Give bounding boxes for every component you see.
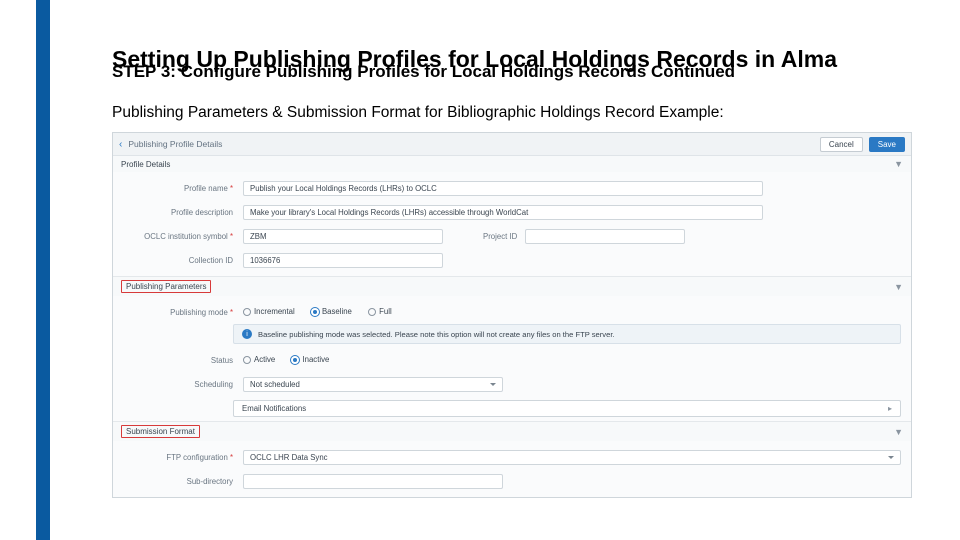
ftp-config-select[interactable]: OCLC LHR Data Sync (243, 450, 901, 465)
alma-screenshot: ‹ Publishing Profile Details Cancel Save… (112, 132, 912, 498)
label-status: Status (123, 356, 243, 365)
back-chevron-icon[interactable]: ‹ (119, 139, 122, 150)
info-icon: i (242, 329, 252, 339)
baseline-info-banner: i Baseline publishing mode was selected.… (233, 324, 901, 344)
section-header-profile-details[interactable]: Profile Details ▼ (113, 156, 911, 172)
project-id-input[interactable] (525, 229, 685, 244)
info-text: Baseline publishing mode was selected. P… (258, 330, 615, 339)
profile-desc-input[interactable]: Make your library's Local Holdings Recor… (243, 205, 763, 220)
cancel-button[interactable]: Cancel (820, 137, 863, 152)
section-submission-format: Submission Format ▼ FTP configuration OC… (113, 422, 911, 497)
sub-directory-input[interactable] (243, 474, 503, 489)
label-sub-directory: Sub-directory (123, 477, 243, 486)
section-title: Publishing Parameters (121, 280, 211, 293)
section-title: Profile Details (121, 160, 170, 169)
section-profile-details: Profile Details ▼ Profile name Publish y… (113, 156, 911, 277)
section-header-submission-format[interactable]: Submission Format ▼ (113, 422, 911, 441)
profile-name-input[interactable]: Publish your Local Holdings Records (LHR… (243, 181, 763, 196)
label-collection-id: Collection ID (123, 256, 243, 265)
radio-baseline[interactable]: Baseline (311, 307, 352, 316)
radio-inactive[interactable]: Inactive (291, 355, 329, 364)
breadcrumb: Publishing Profile Details (128, 139, 222, 149)
email-notifications-expander[interactable]: Email Notifications ▸ (233, 400, 901, 417)
collection-id-input[interactable]: 1036676 (243, 253, 443, 268)
chevron-right-icon: ▸ (888, 404, 892, 413)
chevron-down-icon: ▼ (894, 159, 903, 169)
label-publishing-mode: Publishing mode (123, 308, 243, 317)
label-profile-desc: Profile description (123, 208, 243, 217)
oclc-symbol-input[interactable]: ZBM (243, 229, 443, 244)
chevron-down-icon: ▼ (894, 427, 903, 437)
section-publishing-parameters: Publishing Parameters ▼ Publishing mode … (113, 277, 911, 422)
section-title: Submission Format (121, 425, 200, 438)
scheduling-select[interactable]: Not scheduled (243, 377, 503, 392)
save-button[interactable]: Save (869, 137, 905, 152)
step-heading: STEP 3: Configure Publishing Profiles fo… (112, 62, 912, 82)
label-oclc-symbol: OCLC institution symbol (123, 232, 243, 241)
label-ftp-config: FTP configuration (123, 453, 243, 462)
page-header: ‹ Publishing Profile Details Cancel Save (113, 133, 911, 156)
radio-active[interactable]: Active (243, 355, 275, 364)
chevron-down-icon: ▼ (894, 282, 903, 292)
label-profile-name: Profile name (123, 184, 243, 193)
radio-incremental[interactable]: Incremental (243, 307, 295, 316)
label-scheduling: Scheduling (123, 380, 243, 389)
slide-accent-bar (36, 0, 50, 540)
radio-full[interactable]: Full (368, 307, 392, 316)
label-project-id: Project ID (483, 232, 517, 241)
example-caption: Publishing Parameters & Submission Forma… (112, 104, 912, 122)
section-header-publishing-parameters[interactable]: Publishing Parameters ▼ (113, 277, 911, 296)
